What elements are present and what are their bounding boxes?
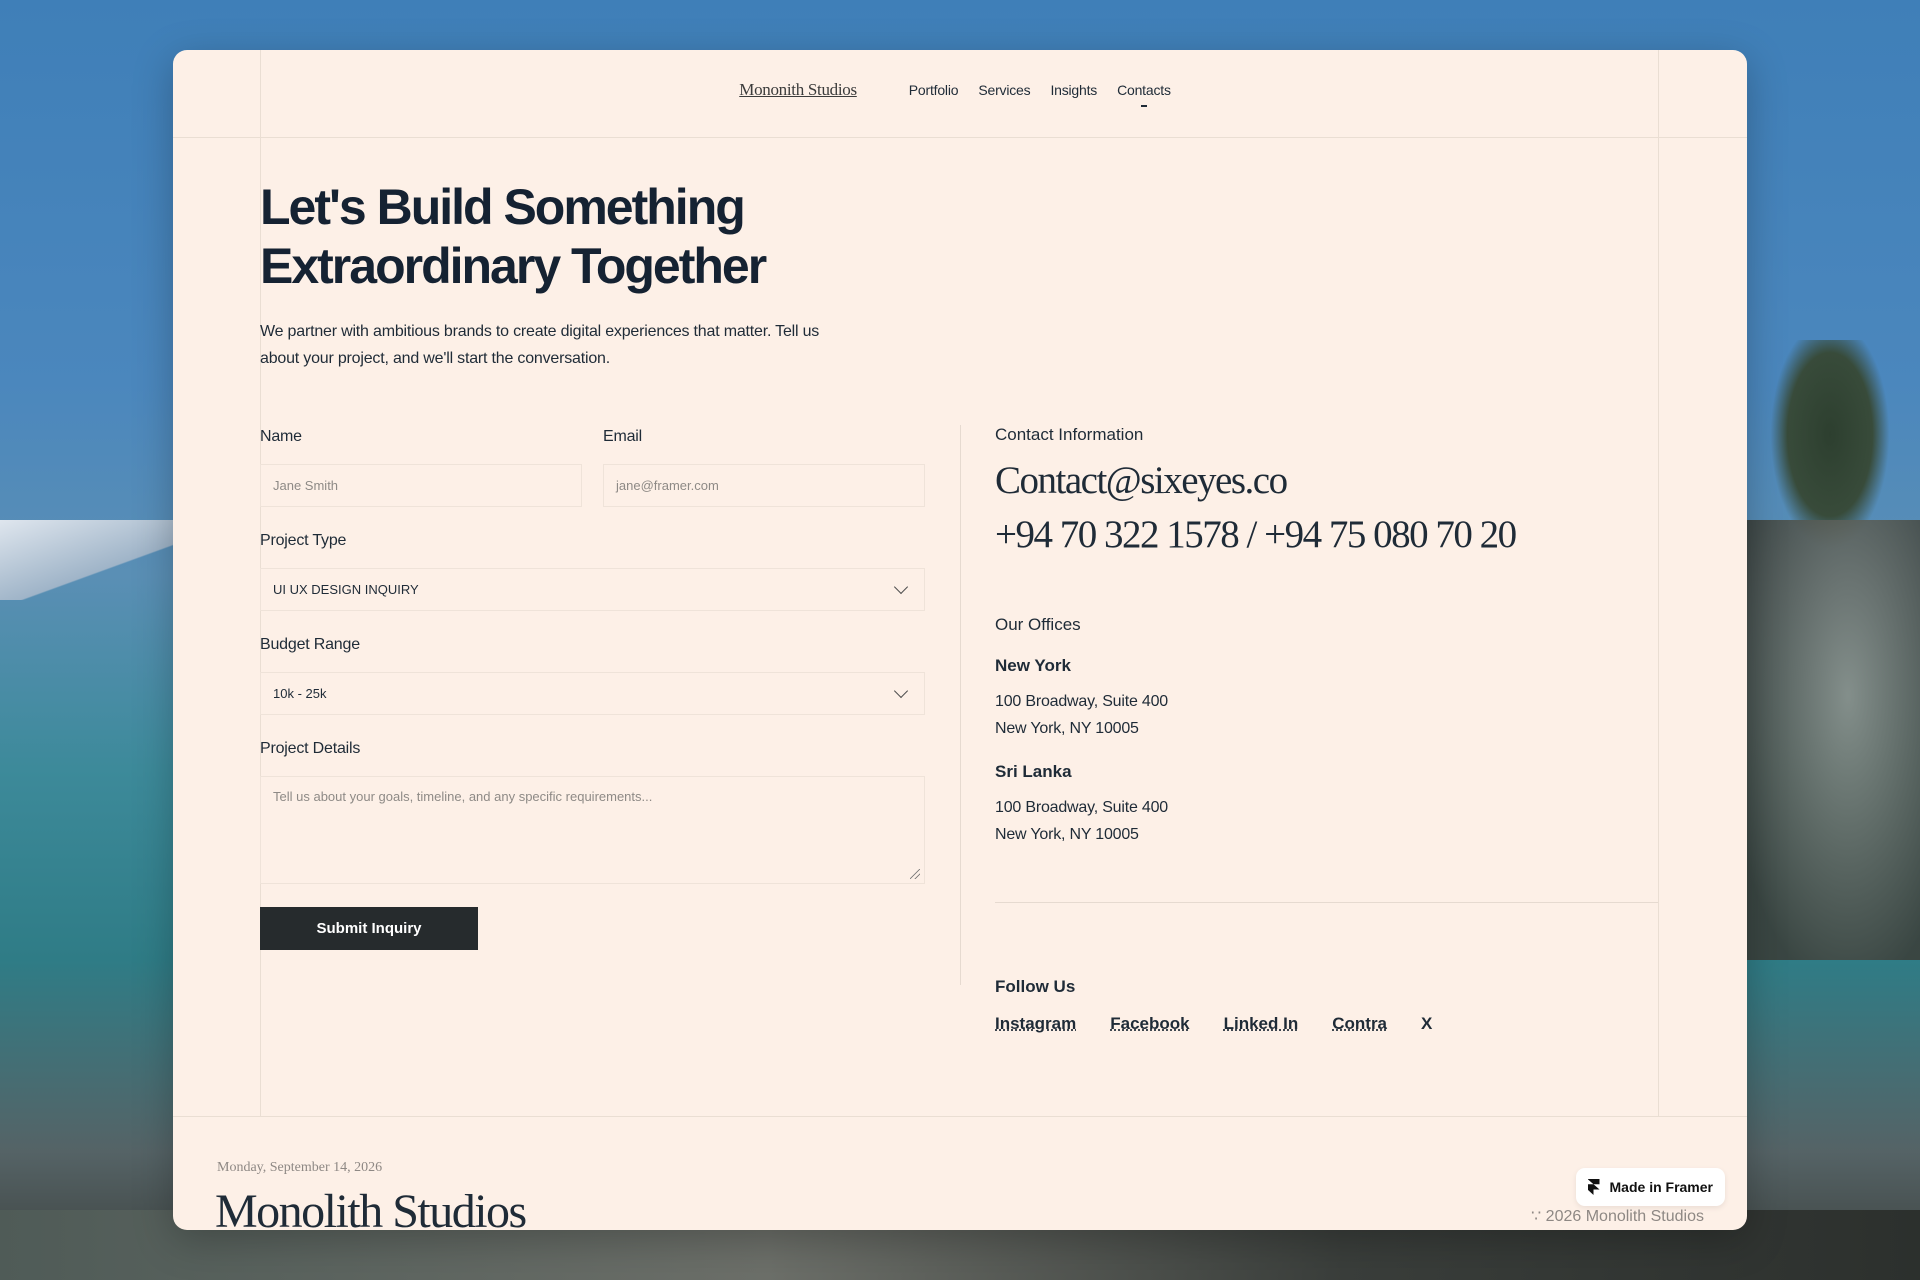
nav-link-portfolio[interactable]: Portfolio: [909, 82, 959, 98]
social-links: Instagram Facebook Linked In Contra X: [995, 1014, 1466, 1034]
page-subtitle: We partner with ambitious brands to crea…: [260, 323, 820, 367]
project-details-label: Project Details: [260, 740, 361, 757]
chevron-down-icon: [893, 579, 909, 595]
page-card: Mononith Studios Portfolio Services Insi…: [173, 50, 1747, 1230]
name-input[interactable]: Jane Smith: [260, 464, 582, 507]
nav-link-services[interactable]: Services: [978, 82, 1030, 98]
budget-value: 10k - 25k: [273, 686, 327, 701]
made-in-framer-badge[interactable]: Made in Framer: [1575, 1168, 1725, 1206]
framer-badge-label: Made in Framer: [1609, 1179, 1713, 1195]
background-rocks: [1740, 520, 1920, 960]
email-input[interactable]: jane@framer.com: [603, 464, 925, 507]
project-type-select[interactable]: UI UX DESIGN INQUIRY: [260, 568, 925, 611]
background-mountains: [0, 520, 180, 600]
office-city-sri-lanka: Sri Lanka: [995, 762, 1072, 781]
social-link-linkedin[interactable]: Linked In: [1224, 1014, 1299, 1034]
contact-divider: [995, 902, 1658, 903]
footer-date: Monday, September 14, 2026: [217, 1160, 383, 1175]
office-address-line: New York, NY 10005: [995, 720, 1139, 737]
social-link-x[interactable]: X: [1421, 1014, 1432, 1034]
page-title-line-1: Let's Build Something: [260, 179, 746, 235]
resize-handle-icon[interactable]: [910, 869, 920, 879]
submit-inquiry-button[interactable]: Submit Inquiry: [260, 907, 478, 950]
header-divider: [173, 137, 1747, 138]
nav-link-contacts[interactable]: Contacts: [1117, 82, 1171, 107]
office-address-line: New York, NY 10005: [995, 826, 1139, 843]
offices-heading: Our Offices: [995, 615, 1081, 634]
nav-link-insights[interactable]: Insights: [1050, 82, 1097, 98]
page-title-line-2: Extraordinary Together: [260, 238, 767, 294]
follow-us-heading: Follow Us: [995, 977, 1076, 996]
project-type-label: Project Type: [260, 532, 347, 549]
footer-copyright: ∵ 2026 Monolith Studios: [1531, 1208, 1704, 1225]
social-link-facebook[interactable]: Facebook: [1110, 1014, 1189, 1034]
office-address-line: 100 Broadway, Suite 400: [995, 693, 1169, 710]
footer-divider: [173, 1116, 1747, 1117]
email-input-placeholder: jane@framer.com: [616, 478, 719, 493]
social-link-instagram[interactable]: Instagram: [995, 1014, 1076, 1034]
social-link-contra[interactable]: Contra: [1332, 1014, 1387, 1034]
project-details-textarea[interactable]: Tell us about your goals, timeline, and …: [260, 776, 925, 884]
project-type-value: UI UX DESIGN INQUIRY: [273, 582, 419, 597]
email-label: Email: [603, 428, 643, 445]
name-input-placeholder: Jane Smith: [273, 478, 339, 493]
footer-brand: Monolith Studios: [215, 1185, 527, 1230]
project-details-placeholder: Tell us about your goals, timeline, and …: [273, 789, 653, 804]
grid-line-right: [1658, 50, 1659, 1116]
brand-logo-link[interactable]: Mononith Studios: [739, 80, 857, 100]
top-nav: Mononith Studios Portfolio Services Insi…: [173, 80, 1747, 107]
office-city-new-york: New York: [995, 656, 1071, 675]
background-tree: [1770, 340, 1890, 550]
page-title: Let's Build Something Extraordinary Toge…: [260, 178, 960, 296]
contact-email-link[interactable]: Contact@sixeyes.co: [995, 458, 1288, 503]
name-label: Name: [260, 428, 302, 445]
budget-select[interactable]: 10k - 25k: [260, 672, 925, 715]
office-address-line: 100 Broadway, Suite 400: [995, 799, 1169, 816]
framer-logo-icon: [1587, 1179, 1600, 1195]
chevron-down-icon: [893, 683, 909, 699]
contact-phone-numbers: +94 70 322 1578 / +94 75 080 70 20: [995, 513, 1517, 556]
budget-label: Budget Range: [260, 636, 360, 653]
column-divider: [960, 425, 961, 985]
contact-info-heading: Contact Information: [995, 425, 1144, 444]
